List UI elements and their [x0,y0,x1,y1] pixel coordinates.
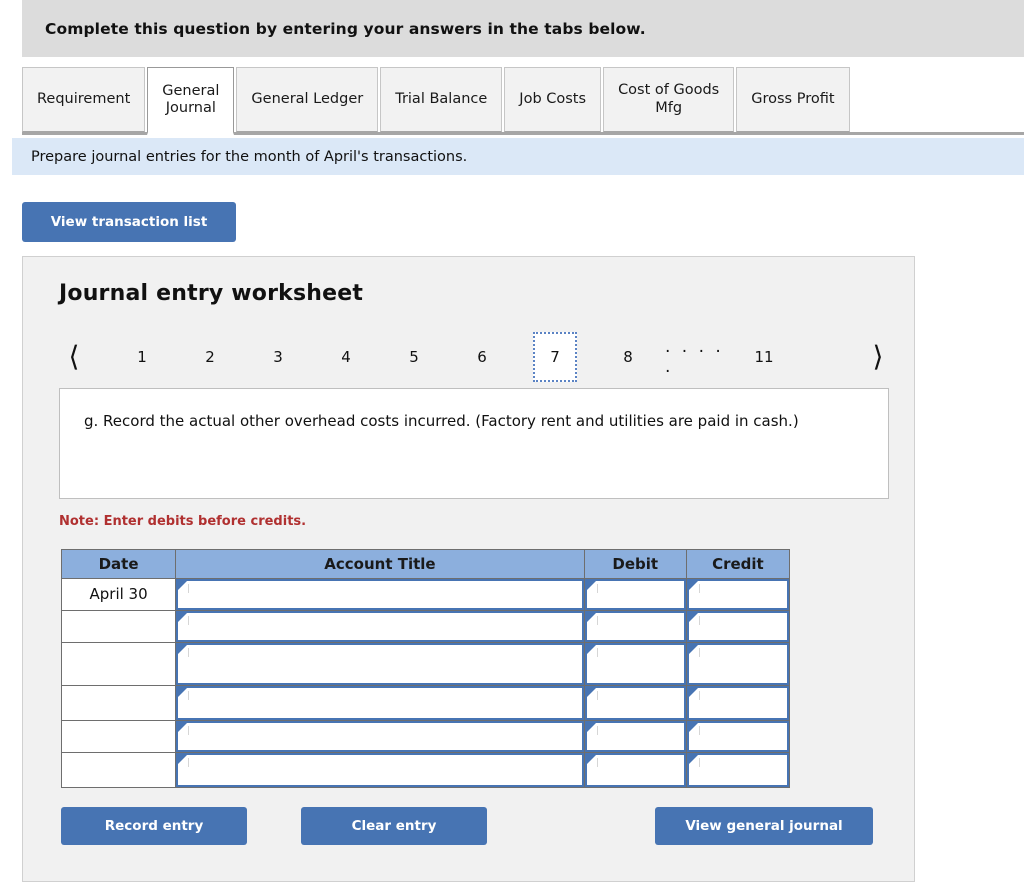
account-title-input[interactable] [176,611,584,642]
account-title-cell[interactable] [175,610,585,643]
pager-page-6[interactable]: 6 [465,333,499,381]
pager-ellipsis: . . . . . [665,337,724,377]
debit-input[interactable] [584,686,686,720]
account-title-cell[interactable] [175,752,585,788]
pager-page-3[interactable]: 3 [261,333,295,381]
pager-page-1[interactable]: 1 [125,333,159,381]
column-header-credit: Credit [685,549,791,579]
tab-trial-balance[interactable]: Trial Balance [380,67,503,132]
credit-cell[interactable] [685,685,791,721]
account-title-input[interactable] [176,721,584,752]
table-row [60,642,791,686]
debit-input[interactable] [584,643,686,685]
view-transaction-list-button[interactable]: View transaction list [22,202,236,242]
table-row: April 30 [60,578,791,611]
column-header-debit: Debit [583,549,687,579]
date-value [62,753,175,787]
credit-input[interactable] [686,753,789,787]
credit-input[interactable] [686,643,789,685]
record-entry-button[interactable]: Record entry [61,807,247,845]
credit-cell[interactable] [685,578,791,611]
debit-cell[interactable] [583,610,687,643]
account-title-input[interactable] [176,579,584,610]
table-row [60,752,791,788]
date-value [62,611,175,642]
tab-strip: Requirement General Journal General Ledg… [0,57,1024,135]
account-title-cell[interactable] [175,578,585,611]
debit-input[interactable] [584,611,686,642]
question-box: g. Record the actual other overhead cost… [59,388,889,499]
credit-cell[interactable] [685,752,791,788]
account-title-cell[interactable] [175,685,585,721]
date-value [62,686,175,720]
credit-input[interactable] [686,686,789,720]
debit-input[interactable] [584,579,686,610]
debit-input[interactable] [584,721,686,752]
date-cell [60,610,177,643]
question-text: g. Record the actual other overhead cost… [84,412,799,430]
banner-text: Complete this question by entering your … [45,19,646,38]
account-title-input[interactable] [176,753,584,787]
tab-general-ledger[interactable]: General Ledger [236,67,379,132]
chevron-left-icon[interactable]: ⟨ [59,333,89,381]
date-value [62,721,175,752]
table-row [60,720,791,753]
tab-cost-of-goods-mfg[interactable]: Cost of Goods Mfg [603,67,735,132]
table-row [60,610,791,643]
clear-entry-button[interactable]: Clear entry [301,807,487,845]
table-row [60,685,791,721]
credit-cell[interactable] [685,642,791,686]
credit-input[interactable] [686,721,789,752]
date-cell [60,720,177,753]
view-general-journal-button[interactable]: View general journal [655,807,873,845]
tab-gross-profit[interactable]: Gross Profit [736,67,850,132]
credit-cell[interactable] [685,720,791,753]
pager-page-8[interactable]: 8 [611,333,645,381]
pager-number-list: 1 2 3 4 5 6 7 8 . . . . . 11 [125,332,815,382]
journal-entry-panel: Journal entry worksheet ⟨ 1 2 3 4 5 6 7 … [22,256,915,882]
pager-page-2[interactable]: 2 [193,333,227,381]
tab-general-journal[interactable]: General Journal [147,67,235,135]
table-header-row: Date Account Title Debit Credit [60,549,791,579]
date-value: April 30 [89,585,148,603]
debits-before-credits-note: Note: Enter debits before credits. [59,514,307,529]
date-value [62,643,175,685]
debit-cell[interactable] [583,685,687,721]
debit-cell[interactable] [583,752,687,788]
date-cell [60,752,177,788]
account-title-input[interactable] [176,686,584,720]
tab-list: Requirement General Journal General Ledg… [22,67,852,135]
debit-cell[interactable] [583,642,687,686]
chevron-right-icon[interactable]: ⟩ [863,333,893,381]
debit-cell[interactable] [583,720,687,753]
journal-entry-table: Date Account Title Debit Credit April 30 [60,549,791,788]
pager-page-4[interactable]: 4 [329,333,363,381]
account-title-cell[interactable] [175,642,585,686]
column-header-account-title: Account Title [175,549,585,579]
debit-input[interactable] [584,753,686,787]
tab-requirement[interactable]: Requirement [22,67,146,132]
credit-cell[interactable] [685,610,791,643]
credit-input[interactable] [686,579,789,610]
instruction-text: Prepare journal entries for the month of… [31,148,468,165]
date-cell: April 30 [60,578,177,611]
pager-page-5[interactable]: 5 [397,333,431,381]
account-title-cell[interactable] [175,720,585,753]
pager-page-7-selected[interactable]: 7 [533,332,577,382]
question-banner: Complete this question by entering your … [22,0,1024,57]
credit-input[interactable] [686,611,789,642]
pager-page-11[interactable]: 11 [747,333,781,381]
worksheet-pager: ⟨ 1 2 3 4 5 6 7 8 . . . . . 11 ⟩ [59,332,893,382]
column-header-date: Date [60,549,177,579]
instruction-bar: Prepare journal entries for the month of… [12,138,1024,175]
date-cell [60,642,177,686]
tab-job-costs[interactable]: Job Costs [504,67,602,132]
page-title: Journal entry worksheet [59,281,364,306]
account-title-input[interactable] [176,643,584,685]
date-cell [60,685,177,721]
debit-cell[interactable] [583,578,687,611]
